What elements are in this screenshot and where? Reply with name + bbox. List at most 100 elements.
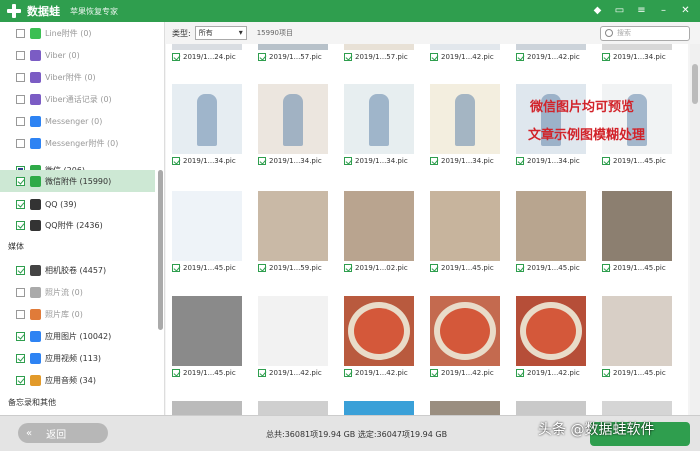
thumbnail-caption[interactable]: 2019/1...42.pic	[258, 367, 342, 379]
photo-thumbnail[interactable]	[516, 84, 586, 154]
thumbnail-caption[interactable]: 2019/1...02.pic	[344, 262, 428, 274]
thumbnail-caption[interactable]: 2019/1...57.pic	[258, 51, 342, 63]
thumbnail-caption[interactable]: 2019/1...42.pic	[516, 51, 600, 63]
sidebar-scrollbar[interactable]	[158, 170, 163, 330]
sidebar-item[interactable]: 照片库 (0)	[0, 303, 155, 325]
sidebar-checkbox[interactable]	[16, 287, 25, 297]
sidebar-item[interactable]: QQ附件 (2436)	[0, 214, 155, 236]
thumbnail-checkbox[interactable]	[172, 53, 180, 61]
thumbnail-caption[interactable]: 2019/1...45.pic	[172, 367, 256, 379]
sidebar-item[interactable]: 应用图片 (10042)	[0, 325, 155, 347]
sidebar-item[interactable]: QQ (39)	[0, 193, 155, 215]
thumbnail-checkbox[interactable]	[516, 53, 524, 61]
sidebar-checkbox[interactable]	[16, 138, 25, 148]
thumbnail-checkbox[interactable]	[344, 53, 352, 61]
thumbnail-caption[interactable]: 2019/1...45.pic	[602, 367, 686, 379]
sidebar-checkbox[interactable]	[16, 50, 25, 60]
photo-thumbnail[interactable]	[602, 191, 672, 261]
sidebar-checkbox[interactable]	[16, 265, 25, 275]
thumbnail-checkbox[interactable]	[430, 53, 438, 61]
sidebar-checkbox[interactable]	[16, 72, 25, 82]
photo-thumbnail[interactable]	[172, 401, 242, 415]
sidebar-item[interactable]: Viber附件 (0)	[0, 66, 155, 88]
thumbnail-checkbox[interactable]	[258, 53, 266, 61]
thumbnail-checkbox[interactable]	[602, 369, 610, 377]
sidebar-item[interactable]: Messenger附件 (0)	[0, 132, 155, 154]
thumbnail-checkbox[interactable]	[516, 369, 524, 377]
sidebar-checkbox[interactable]	[16, 375, 25, 385]
grid-scrollbar[interactable]	[690, 44, 700, 415]
sidebar-item[interactable]: Viber (0)	[0, 44, 155, 66]
photo-thumbnail[interactable]	[430, 191, 500, 261]
sidebar-item[interactable]: 照片流 (0)	[0, 281, 155, 303]
photo-thumbnail[interactable]	[258, 401, 328, 415]
thumbnail-caption[interactable]: 2019/1...45.pic	[430, 262, 514, 274]
sidebar-checkbox[interactable]	[16, 94, 25, 104]
thumbnail-checkbox[interactable]	[344, 157, 352, 165]
photo-thumbnail[interactable]	[430, 401, 500, 415]
photo-thumbnail[interactable]	[516, 44, 586, 50]
thumbnail-checkbox[interactable]	[602, 53, 610, 61]
photo-thumbnail[interactable]	[258, 191, 328, 261]
thumbnail-checkbox[interactable]	[344, 369, 352, 377]
thumbnail-checkbox[interactable]	[430, 369, 438, 377]
photo-thumbnail[interactable]	[602, 296, 672, 366]
photo-thumbnail[interactable]	[344, 401, 414, 415]
thumbnail-caption[interactable]: 2019/1...45.pic	[172, 262, 256, 274]
search-input[interactable]: 搜索	[600, 26, 690, 41]
sidebar-item[interactable]: Viber通话记录 (0)	[0, 88, 155, 110]
thumbnail-caption[interactable]: 2019/1...45.pic	[602, 262, 686, 274]
photo-thumbnail[interactable]	[602, 44, 672, 50]
thumbnail-caption[interactable]: 2019/1...34.pic	[172, 155, 256, 167]
diamond-icon[interactable]: ◆	[591, 4, 604, 17]
photo-thumbnail[interactable]	[258, 84, 328, 154]
thumbnail-checkbox[interactable]	[602, 157, 610, 165]
sidebar-checkbox[interactable]	[16, 176, 25, 186]
sidebar-item[interactable]: 相机胶卷 (4457)	[0, 259, 155, 281]
thumbnail-checkbox[interactable]	[172, 157, 180, 165]
sidebar-checkbox[interactable]	[16, 220, 25, 230]
chat-icon[interactable]: ▭	[613, 4, 626, 17]
sidebar-item[interactable]: 微信附件 (15990)	[0, 170, 155, 192]
photo-thumbnail[interactable]	[172, 84, 242, 154]
sidebar-checkbox[interactable]	[16, 309, 25, 319]
thumbnail-checkbox[interactable]	[430, 264, 438, 272]
thumbnail-checkbox[interactable]	[172, 264, 180, 272]
back-button[interactable]: « 返回	[18, 423, 108, 443]
sidebar-checkbox[interactable]	[16, 199, 25, 209]
thumbnail-checkbox[interactable]	[344, 264, 352, 272]
photo-thumbnail[interactable]	[516, 191, 586, 261]
photo-thumbnail[interactable]	[602, 84, 672, 154]
sidebar-item[interactable]: Messenger (0)	[0, 110, 155, 132]
photo-thumbnail[interactable]	[344, 191, 414, 261]
grid-scroll-thumb[interactable]	[692, 64, 698, 104]
photo-thumbnail[interactable]	[516, 296, 586, 366]
thumbnail-checkbox[interactable]	[258, 369, 266, 377]
photo-thumbnail[interactable]	[172, 44, 242, 50]
photo-thumbnail[interactable]	[172, 296, 242, 366]
thumbnail-checkbox[interactable]	[516, 157, 524, 165]
thumbnail-caption[interactable]: 2019/1...45.pic	[516, 262, 600, 274]
menu-icon[interactable]: ≡	[635, 4, 648, 17]
sidebar-checkbox[interactable]	[16, 28, 25, 38]
sidebar-item[interactable]: 应用视频 (113)	[0, 347, 155, 369]
thumbnail-caption[interactable]: 2019/1...42.pic	[344, 367, 428, 379]
thumbnail-caption[interactable]: 2019/1...42.pic	[430, 367, 514, 379]
photo-thumbnail[interactable]	[344, 44, 414, 50]
photo-thumbnail[interactable]	[258, 44, 328, 50]
thumbnail-caption[interactable]: 2019/1...24.pic	[172, 51, 256, 63]
thumbnail-caption[interactable]: 2019/1...59.pic	[258, 262, 342, 274]
photo-thumbnail[interactable]	[344, 84, 414, 154]
sidebar-item[interactable]: Line附件 (0)	[0, 22, 155, 44]
thumbnail-caption[interactable]: 2019/1...45.pic	[602, 155, 686, 167]
photo-thumbnail[interactable]	[602, 401, 672, 415]
thumbnail-checkbox[interactable]	[602, 264, 610, 272]
minimize-icon[interactable]: –	[657, 4, 670, 17]
photo-thumbnail[interactable]	[516, 401, 586, 415]
thumbnail-checkbox[interactable]	[430, 157, 438, 165]
thumbnail-caption[interactable]: 2019/1...34.pic	[430, 155, 514, 167]
thumbnail-caption[interactable]: 2019/1...57.pic	[344, 51, 428, 63]
photo-thumbnail[interactable]	[258, 296, 328, 366]
thumbnail-caption[interactable]: 2019/1...34.pic	[258, 155, 342, 167]
thumbnail-caption[interactable]: 2019/1...34.pic	[344, 155, 428, 167]
